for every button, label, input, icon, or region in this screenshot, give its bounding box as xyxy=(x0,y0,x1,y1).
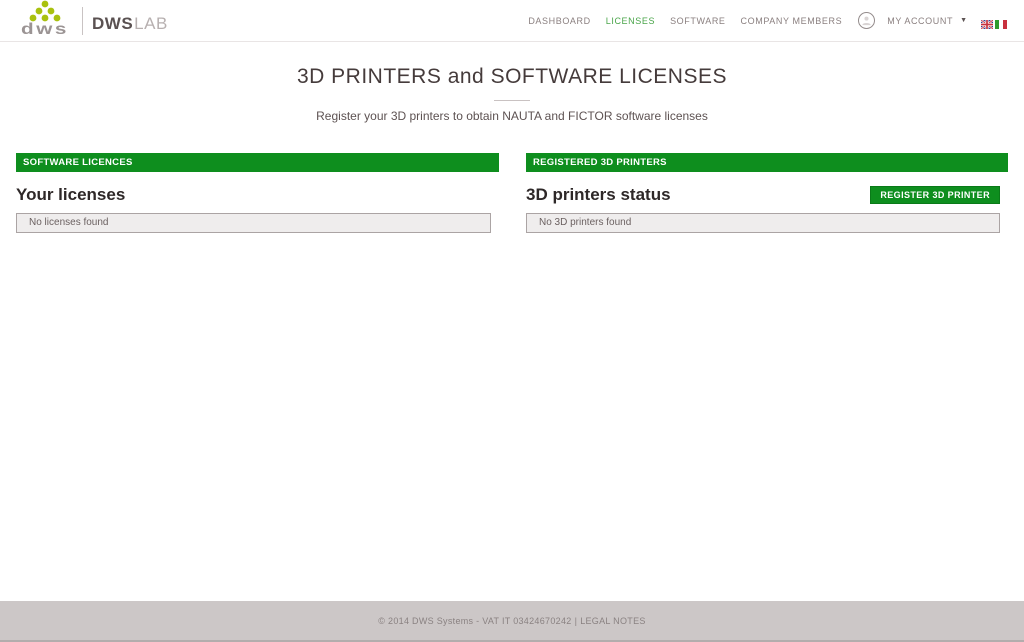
my-account-label: MY ACCOUNT xyxy=(887,16,953,26)
page-title: 3D PRINTERS and SOFTWARE LICENSES xyxy=(0,64,1024,90)
printers-status-heading: 3D printers status xyxy=(526,184,671,206)
svg-text:dws: dws xyxy=(21,21,69,37)
page-footer: © 2014 DWS Systems - VAT IT 03424670242 |… xyxy=(0,601,1024,642)
logo-brand-text: DWS xyxy=(92,14,133,33)
chevron-down-icon: ▼ xyxy=(960,17,967,24)
page-subtitle: Register your 3D printers to obtain NAUT… xyxy=(0,109,1024,124)
nav-software[interactable]: SOFTWARE xyxy=(670,16,725,26)
title-divider xyxy=(494,100,530,101)
dws-logo-mark-icon: dws xyxy=(14,0,76,42)
uk-flag-icon[interactable] xyxy=(981,16,993,25)
registered-printers-panel: REGISTERED 3D PRINTERS 3D printers statu… xyxy=(526,153,1008,233)
logo-suffix-text: LAB xyxy=(134,14,168,33)
italy-flag-icon[interactable] xyxy=(995,16,1007,25)
licenses-heading: Your licenses xyxy=(16,184,125,206)
legal-notes-link[interactable]: LEGAL NOTES xyxy=(580,616,646,626)
copyright-text: © 2014 DWS Systems - VAT IT 03424670242 xyxy=(378,616,571,626)
software-licenses-panel-bar: SOFTWARE LICENCES xyxy=(16,153,499,172)
footer-separator: | xyxy=(575,616,578,626)
panels-row: SOFTWARE LICENCES Your licenses No licen… xyxy=(0,153,1024,233)
logo-divider xyxy=(82,7,83,35)
nav-dashboard[interactable]: DASHBOARD xyxy=(528,16,590,26)
user-avatar-icon[interactable] xyxy=(858,12,875,29)
register-3d-printer-button[interactable]: REGISTER 3D PRINTER xyxy=(870,186,1000,204)
registered-printers-panel-bar: REGISTERED 3D PRINTERS xyxy=(526,153,1008,172)
my-account-menu[interactable]: MY ACCOUNT ▼ xyxy=(887,16,967,26)
logo-wordmark: DWSLAB xyxy=(92,14,168,34)
nav-company-members[interactable]: COMPANY MEMBERS xyxy=(741,16,843,26)
dws-logo[interactable]: dws DWSLAB xyxy=(14,0,168,42)
main-content: 3D PRINTERS and SOFTWARE LICENSES Regist… xyxy=(0,42,1024,601)
footer-text: © 2014 DWS Systems - VAT IT 03424670242 |… xyxy=(378,616,645,626)
printers-empty-message: No 3D printers found xyxy=(526,213,1000,233)
licenses-empty-message: No licenses found xyxy=(16,213,491,233)
top-header: dws DWSLAB DASHBOARD LICENSES SOFTWARE C… xyxy=(0,0,1024,42)
software-licenses-panel: SOFTWARE LICENCES Your licenses No licen… xyxy=(16,153,499,233)
nav-licenses[interactable]: LICENSES xyxy=(606,16,655,26)
language-switcher xyxy=(981,16,1007,25)
main-nav: DASHBOARD LICENSES SOFTWARE COMPANY MEMB… xyxy=(513,12,1007,29)
